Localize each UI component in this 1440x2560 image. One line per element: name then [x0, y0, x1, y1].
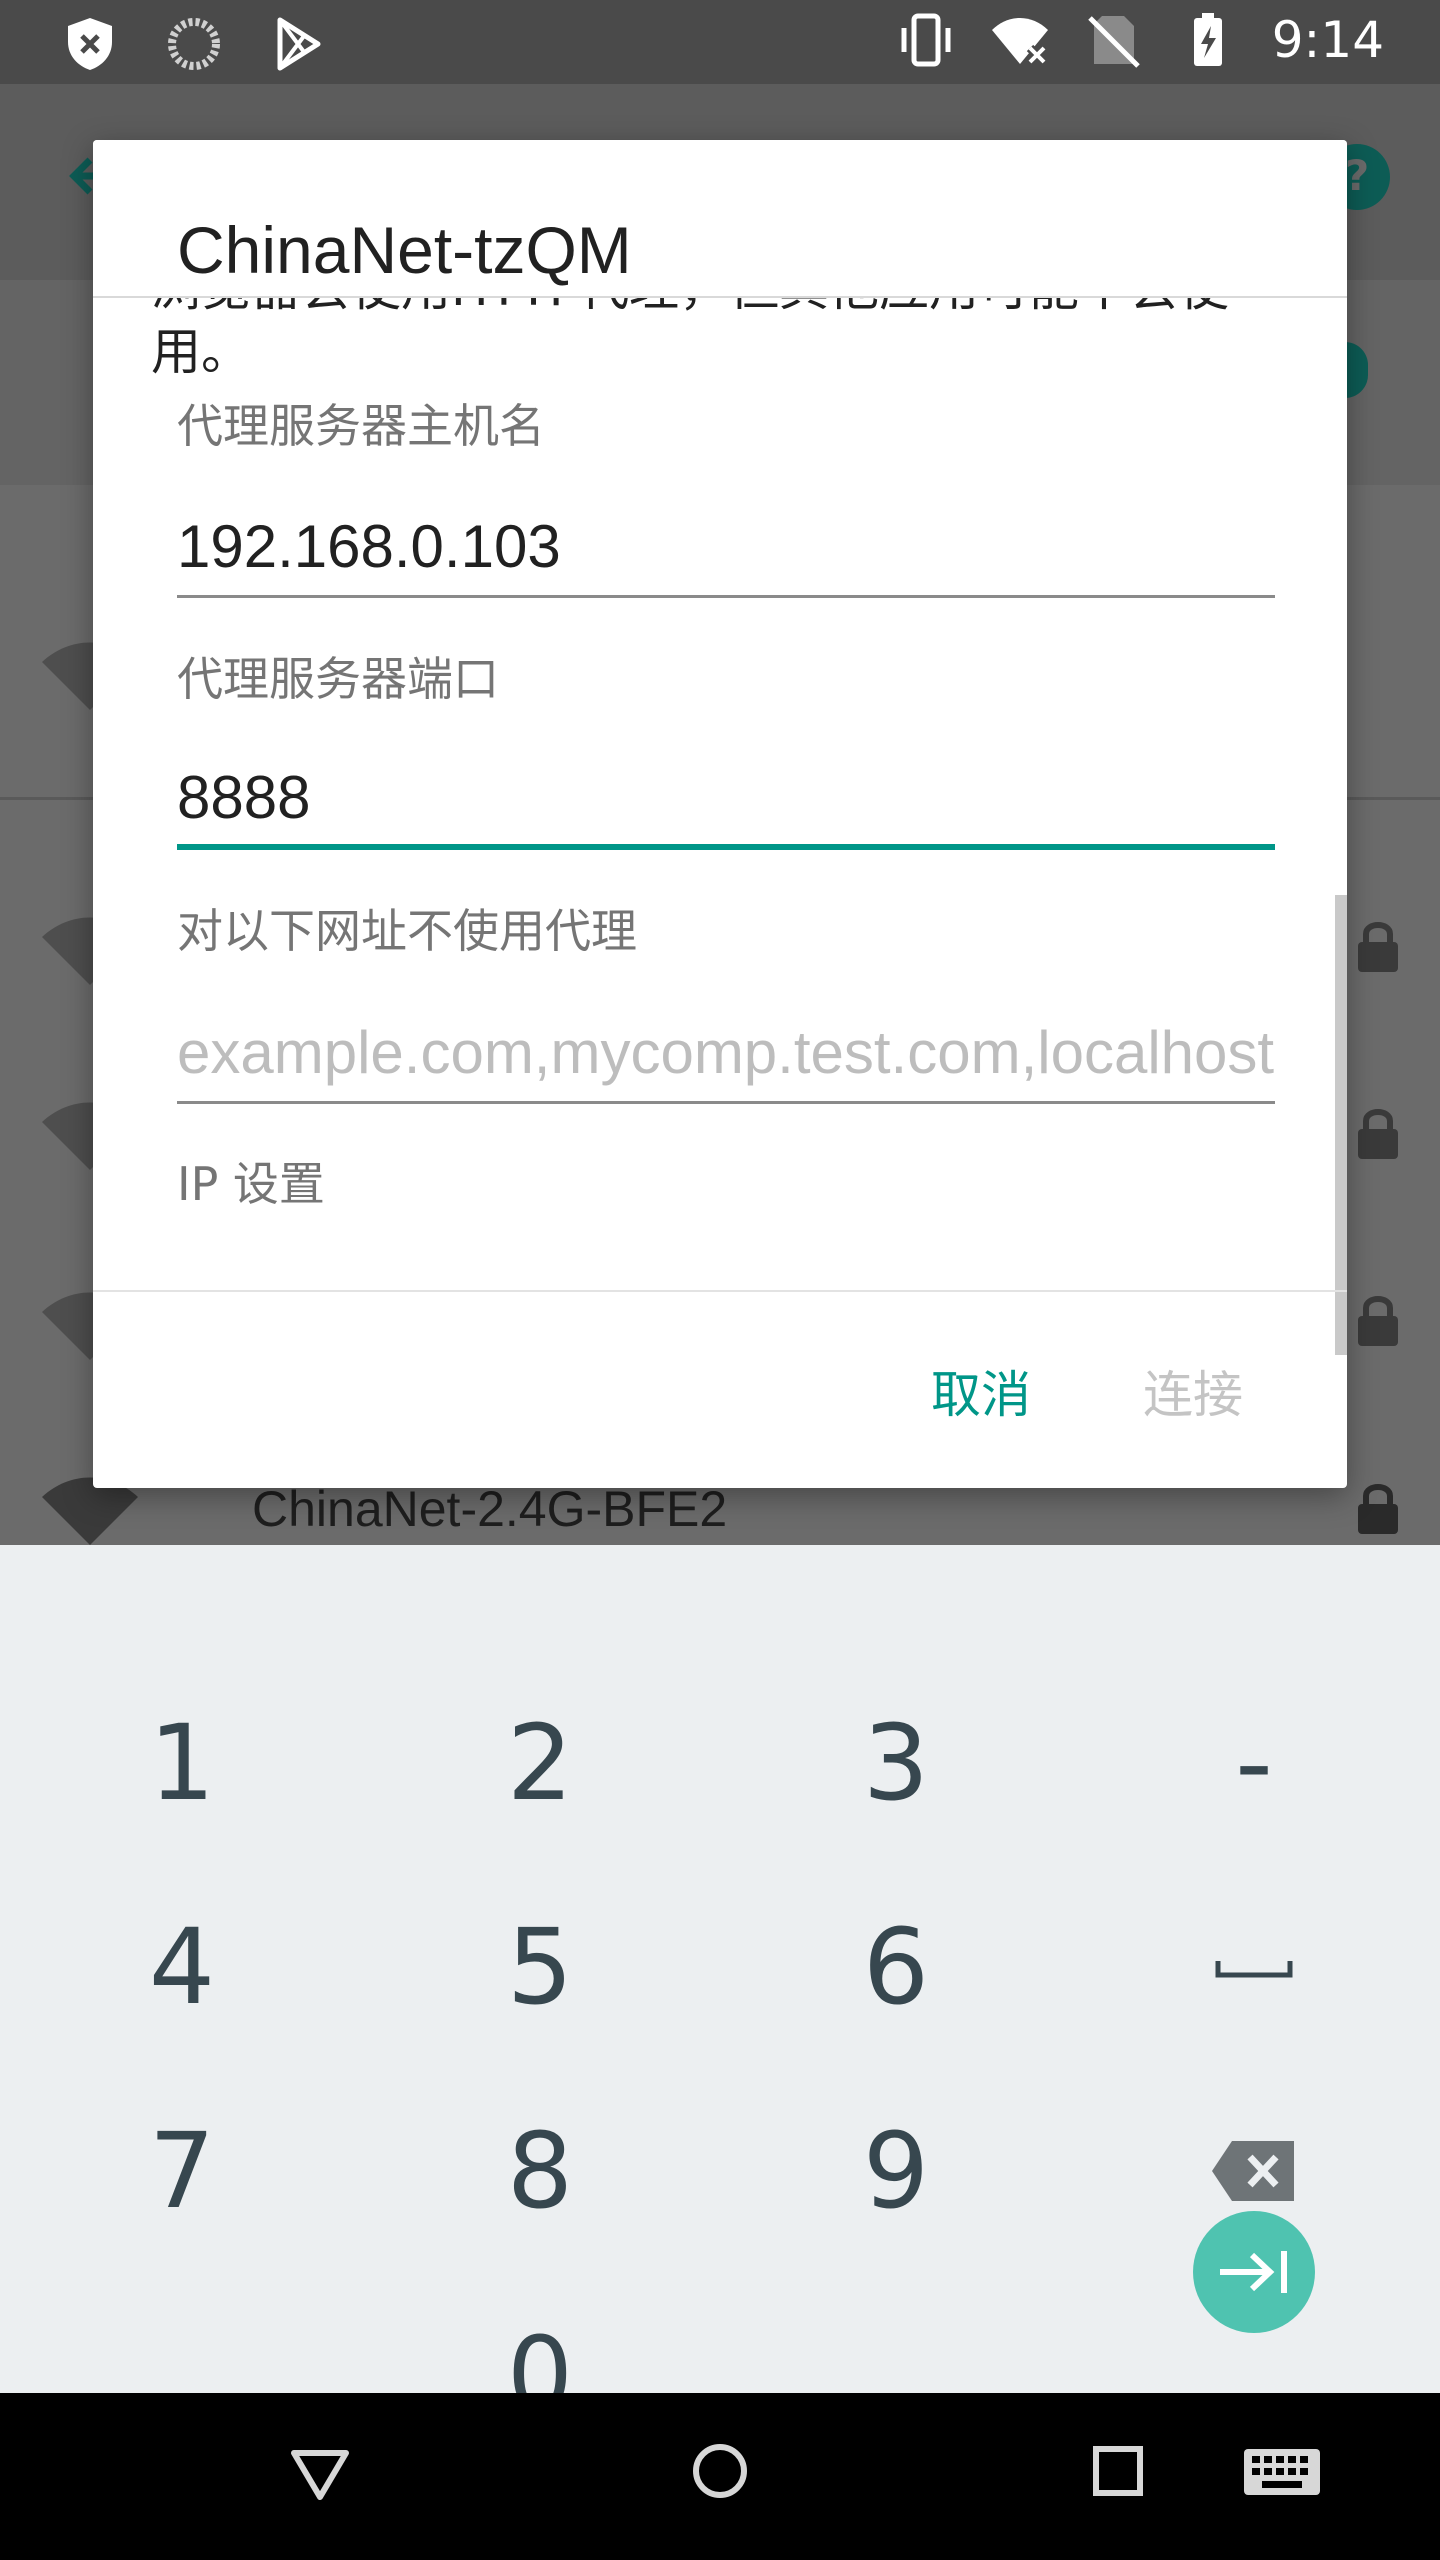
svg-text:?: ?: [1345, 151, 1369, 200]
title-divider: [93, 296, 1347, 298]
clock: 9:14: [1271, 11, 1384, 69]
numeric-keyboard: 1 2 3 - 4 5 6 7 8 9 , 0 .: [0, 1545, 1440, 2436]
next-field-key[interactable]: [1193, 2211, 1315, 2333]
backspace-icon: [1212, 2141, 1294, 2201]
battery-charging-icon: [1193, 13, 1222, 66]
lock-icon: [1358, 1109, 1398, 1159]
space-icon: [1215, 1961, 1293, 1978]
dialog-title: ChinaNet-tzQM: [93, 140, 1347, 296]
navigation-bar: [0, 2393, 1440, 2560]
key-5[interactable]: 5: [450, 1877, 630, 2057]
status-right-icons: 9:14: [896, 10, 1384, 70]
play-store-icon: [277, 17, 321, 71]
back-icon[interactable]: [280, 2431, 360, 2511]
lock-icon: [1358, 1296, 1398, 1346]
proxy-port-label: 代理服务器端口: [177, 652, 499, 706]
key-9[interactable]: 9: [806, 2081, 986, 2261]
vibrate-icon: [901, 13, 951, 67]
recents-icon[interactable]: [1078, 2431, 1158, 2511]
status-bar: 9:14: [0, 0, 1440, 84]
no-sim-icon: [1087, 16, 1140, 68]
key-3[interactable]: 3: [806, 1673, 986, 1853]
proxy-port-input[interactable]: [177, 750, 1275, 850]
wifi-x-icon: [991, 18, 1048, 66]
cancel-button[interactable]: 取消: [931, 1355, 1031, 1427]
proxy-warning-text: 浏览器会使用HTTP代理，但其他应用可能不会使用。: [151, 298, 1229, 381]
space-key[interactable]: [1164, 1877, 1344, 2057]
key-7[interactable]: 7: [92, 2081, 272, 2261]
home-icon[interactable]: [680, 2431, 760, 2511]
proxy-host-label: 代理服务器主机名: [177, 399, 545, 453]
key-6[interactable]: 6: [806, 1877, 986, 2057]
network-config-dialog: 浏览器会使用HTTP代理，但其他应用可能不会使用。 代理服务器主机名 代理服务器…: [93, 140, 1347, 1488]
proxy-host-input[interactable]: [177, 498, 1275, 598]
key-4[interactable]: 4: [92, 1877, 272, 2057]
shield-x-icon: [68, 18, 112, 70]
bypass-input[interactable]: [177, 1004, 1275, 1104]
dialog-scroll-content[interactable]: 浏览器会使用HTTP代理，但其他应用可能不会使用。 代理服务器主机名 代理服务器…: [93, 298, 1347, 1428]
ip-settings-label[interactable]: IP 设置: [177, 1148, 325, 1214]
dialog-scrollbar[interactable]: [1335, 895, 1347, 1355]
network-name: ChinaNet-2.4G-BFE2: [252, 1481, 728, 1537]
keyboard-switch-icon[interactable]: [1240, 2431, 1324, 2511]
connect-button[interactable]: 连接: [1143, 1355, 1243, 1427]
actions-divider: [93, 1290, 1347, 1292]
lock-icon: [1358, 922, 1398, 972]
bypass-label: 对以下网址不使用代理: [177, 904, 637, 958]
sync-spinner-icon: [168, 18, 220, 70]
status-left-icons: [60, 14, 328, 74]
key-8[interactable]: 8: [450, 2081, 630, 2261]
key-2[interactable]: 2: [450, 1673, 630, 1853]
key-1[interactable]: 1: [92, 1673, 272, 1853]
lock-icon: [1358, 1484, 1398, 1534]
tab-arrow-icon: [1220, 2251, 1287, 2293]
key-minus[interactable]: -: [1164, 1673, 1344, 1853]
